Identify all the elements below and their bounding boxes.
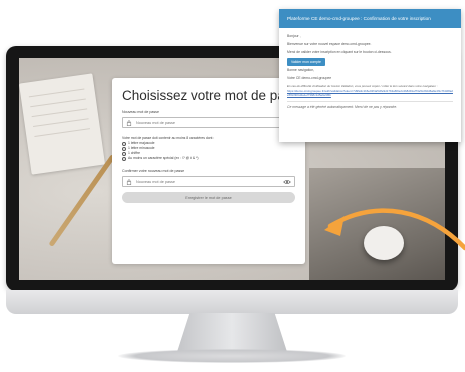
- email-auto-message: Ce message a été généré automatiquement.…: [287, 104, 398, 109]
- email-team: Votre CE demo-cmd-groupee: [287, 76, 332, 80]
- password-rule: Au moins un caractère spécial (ex : !? @…: [122, 156, 295, 161]
- lock-icon: [126, 120, 132, 126]
- confirmation-email: Plateforme CE demo-cmd-groupee : Confirm…: [279, 9, 461, 142]
- email-instruction: Merci de valider votre inscription en cl…: [287, 50, 392, 54]
- monitor-chin: [6, 290, 458, 314]
- email-body: Bonjour , Bienvenue sur votre nouvel esp…: [279, 28, 461, 110]
- notebook-image: [19, 73, 106, 175]
- save-password-button[interactable]: Enregistrer le mot de passe: [122, 192, 295, 203]
- email-divider: [287, 101, 453, 102]
- new-password-input[interactable]: Nouveau mot de passe: [122, 117, 295, 128]
- email-greeting: Bonjour ,: [287, 34, 301, 38]
- check-circle-icon: [122, 151, 126, 156]
- new-password-placeholder: Nouveau mot de passe: [136, 120, 176, 125]
- email-sign-off: Bonne navigation,: [287, 68, 315, 72]
- new-password-label: Nouveau mot de passe: [122, 110, 159, 114]
- confirm-password-label: Confirmer votre nouveau mot de passe: [122, 169, 185, 173]
- validation-link[interactable]: https://demo-cmd-groupee.fr/auth/validat…: [287, 89, 453, 97]
- monitor-foot: [118, 349, 346, 363]
- confirm-password-input[interactable]: Nouveau mot de passe: [122, 176, 295, 187]
- email-fallback-text: En cas de difficulté d'utilisation du bo…: [287, 84, 438, 88]
- confirm-password-placeholder: Nouveau mot de passe: [136, 179, 176, 184]
- email-header: Plateforme CE demo-cmd-groupee : Confirm…: [279, 9, 461, 28]
- email-welcome: Bienvenue sur votre nouvel espace demo-c…: [287, 42, 372, 46]
- check-circle-icon: [122, 141, 126, 146]
- password-form-card: Choisissez votre mot de passe Nouveau mo…: [112, 78, 306, 264]
- check-circle-icon: [122, 146, 126, 151]
- orange-arrow-icon: [324, 208, 465, 251]
- eye-icon[interactable]: [283, 179, 291, 185]
- page-title: Choisissez votre mot de passe: [122, 88, 306, 103]
- lock-icon: [126, 179, 132, 185]
- check-circle-icon: [122, 156, 126, 161]
- validate-account-button[interactable]: Valider mon compte: [287, 58, 325, 66]
